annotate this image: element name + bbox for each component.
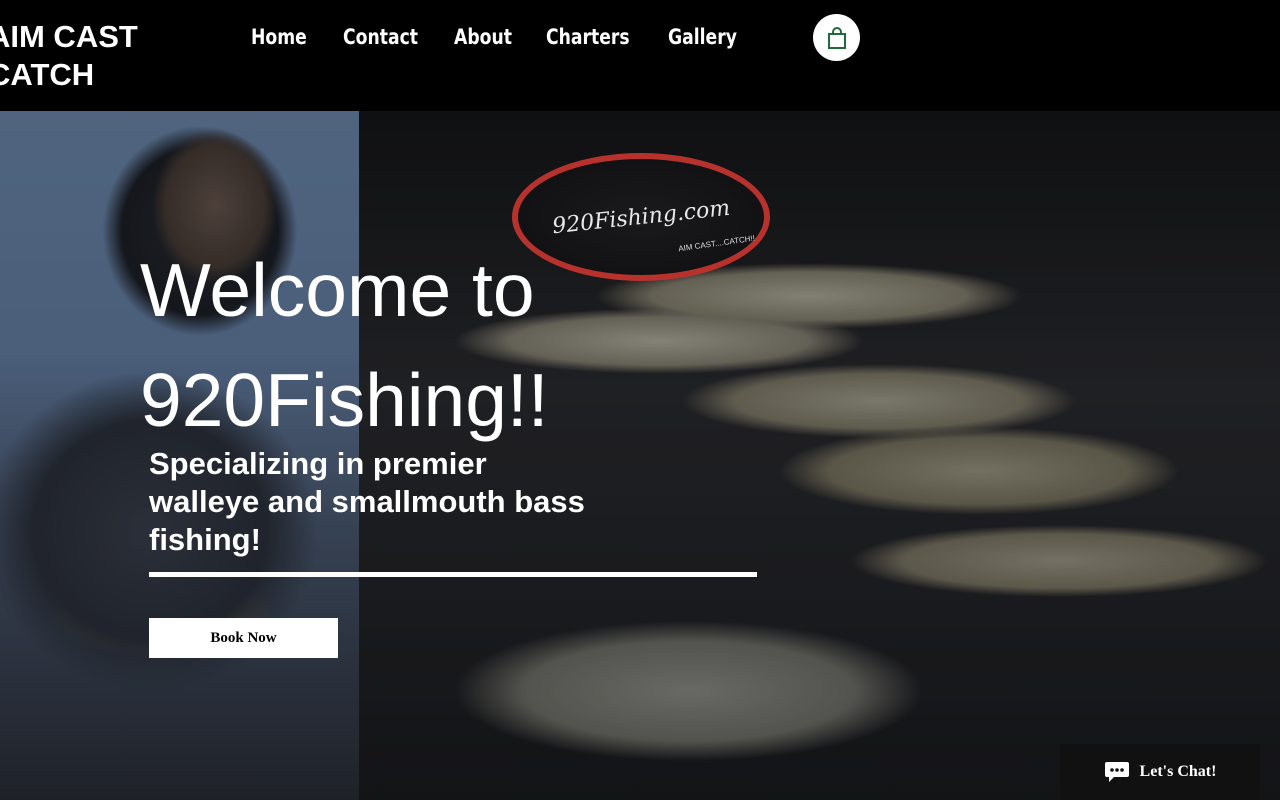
nav-home[interactable]: Home: [251, 20, 326, 54]
cart-button[interactable]: [813, 14, 860, 61]
site-header: AIM CAST CATCH Home Contact About Charte…: [0, 0, 1280, 111]
hero-title-line-2: 920Fishing!!: [140, 358, 549, 442]
book-now-button[interactable]: Book Now: [149, 618, 338, 658]
hero-title-line-1: Welcome to: [140, 248, 535, 332]
hero-subtitle-line-3: fishing!: [149, 522, 261, 557]
logo-line-2: CATCH: [0, 57, 95, 92]
hero-title: Welcome to 920Fishing!!: [140, 235, 700, 455]
chat-bubble-icon: [1104, 762, 1129, 782]
nav-charters[interactable]: Charters: [546, 20, 646, 54]
chat-label: Let's Chat!: [1139, 763, 1217, 780]
site-logo[interactable]: AIM CAST CATCH: [0, 18, 138, 94]
boat-sign-text: 920Fishing.com: [550, 195, 732, 239]
nav-gallery[interactable]: Gallery: [668, 20, 750, 54]
main-nav: Home Contact About Charters Gallery: [251, 20, 768, 54]
hero-subtitle-line-1: Specializing in premier: [149, 446, 487, 481]
chat-widget-button[interactable]: Let's Chat!: [1060, 744, 1260, 800]
hero-divider: [149, 572, 757, 577]
nav-contact[interactable]: Contact: [343, 20, 434, 54]
hero-subtitle: Specializing in premier walleye and smal…: [149, 445, 669, 559]
nav-about[interactable]: About: [454, 20, 529, 54]
hero-subtitle-line-2: walleye and smallmouth bass: [149, 484, 585, 519]
shopping-bag-icon: [827, 26, 846, 49]
logo-line-1: AIM CAST: [0, 19, 138, 54]
hero-section: 920Fishing.com AIM CAST....CATCH!! Welco…: [0, 111, 1280, 800]
